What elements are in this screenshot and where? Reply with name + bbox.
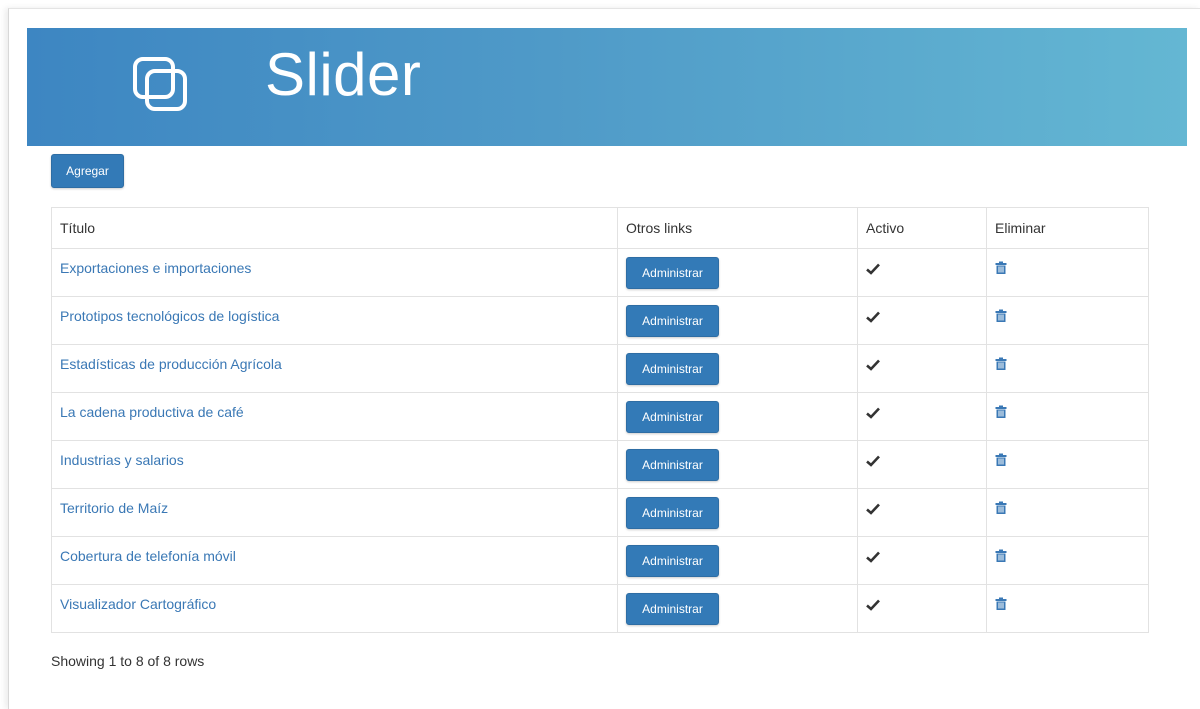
page-title: Slider	[265, 41, 422, 108]
administrar-button[interactable]: Administrar	[626, 497, 719, 529]
links-cell: Administrar	[617, 488, 858, 537]
trash-icon[interactable]	[995, 261, 1007, 277]
slider-table: Título Otros links Activo Eliminar Expor…	[51, 207, 1149, 633]
trash-icon[interactable]	[995, 501, 1007, 517]
delete-cell	[986, 584, 1149, 633]
active-cell	[857, 440, 987, 489]
delete-cell	[986, 488, 1149, 537]
administrar-button[interactable]: Administrar	[626, 449, 719, 481]
links-cell: Administrar	[617, 296, 858, 345]
title-cell: Exportaciones e importaciones	[51, 248, 618, 297]
table-row: La cadena productiva de café Administrar	[51, 392, 1149, 441]
table-row: Industrias y salarios Administrar	[51, 440, 1149, 489]
column-header-links[interactable]: Otros links	[617, 207, 858, 249]
trash-icon[interactable]	[995, 357, 1007, 373]
active-cell	[857, 488, 987, 537]
table-row: Exportaciones e importaciones Administrar	[51, 248, 1149, 297]
row-title-link[interactable]: Territorio de Maíz	[60, 500, 168, 516]
check-icon	[866, 502, 880, 519]
table-row: Visualizador Cartográfico Administrar	[51, 584, 1149, 633]
links-cell: Administrar	[617, 536, 858, 585]
column-header-active[interactable]: Activo	[857, 207, 987, 249]
table-row: Territorio de Maíz Administrar	[51, 488, 1149, 537]
active-cell	[857, 296, 987, 345]
administrar-button[interactable]: Administrar	[626, 401, 719, 433]
check-icon	[866, 310, 880, 327]
administrar-button[interactable]: Administrar	[626, 257, 719, 289]
trash-icon[interactable]	[995, 309, 1007, 325]
delete-cell	[986, 296, 1149, 345]
administrar-button[interactable]: Administrar	[626, 305, 719, 337]
table-header-row: Título Otros links Activo Eliminar	[51, 207, 1149, 249]
row-title-link[interactable]: La cadena productiva de café	[60, 404, 244, 420]
active-cell	[857, 584, 987, 633]
row-title-link[interactable]: Industrias y salarios	[60, 452, 184, 468]
links-cell: Administrar	[617, 584, 858, 633]
table-row: Prototipos tecnológicos de logística Admi…	[51, 296, 1149, 345]
active-cell	[857, 392, 987, 441]
delete-cell	[986, 344, 1149, 393]
pagination-info: Showing 1 to 8 of 8 rows	[51, 653, 205, 669]
column-header-delete[interactable]: Eliminar	[986, 207, 1149, 249]
table-row: Cobertura de telefonía móvil Administrar	[51, 536, 1149, 585]
delete-cell	[986, 536, 1149, 585]
trash-icon[interactable]	[995, 549, 1007, 565]
check-icon	[866, 406, 880, 423]
active-cell	[857, 536, 987, 585]
title-cell: Prototipos tecnológicos de logística	[51, 296, 618, 345]
column-header-title[interactable]: Título	[51, 207, 618, 249]
active-cell	[857, 248, 987, 297]
header-banner: Slider	[27, 28, 1187, 146]
check-icon	[866, 550, 880, 567]
title-cell: La cadena productiva de café	[51, 392, 618, 441]
title-cell: Cobertura de telefonía móvil	[51, 536, 618, 585]
row-title-link[interactable]: Estadísticas de producción Agrícola	[60, 356, 282, 372]
active-cell	[857, 344, 987, 393]
stacked-squares-icon	[133, 57, 187, 111]
check-icon	[866, 262, 880, 279]
administrar-button[interactable]: Administrar	[626, 593, 719, 625]
administrar-button[interactable]: Administrar	[626, 545, 719, 577]
title-cell: Territorio de Maíz	[51, 488, 618, 537]
links-cell: Administrar	[617, 440, 858, 489]
delete-cell	[986, 392, 1149, 441]
title-cell: Estadísticas de producción Agrícola	[51, 344, 618, 393]
trash-icon[interactable]	[995, 597, 1007, 613]
delete-cell	[986, 440, 1149, 489]
add-button[interactable]: Agregar	[51, 154, 124, 188]
table-row: Estadísticas de producción Agrícola Admin…	[51, 344, 1149, 393]
trash-icon[interactable]	[995, 405, 1007, 421]
check-icon	[866, 454, 880, 471]
title-cell: Visualizador Cartográfico	[51, 584, 618, 633]
title-cell: Industrias y salarios	[51, 440, 618, 489]
links-cell: Administrar	[617, 392, 858, 441]
administrar-button[interactable]: Administrar	[626, 353, 719, 385]
delete-cell	[986, 248, 1149, 297]
row-title-link[interactable]: Visualizador Cartográfico	[60, 596, 216, 612]
row-title-link[interactable]: Cobertura de telefonía móvil	[60, 548, 236, 564]
trash-icon[interactable]	[995, 453, 1007, 469]
check-icon	[866, 598, 880, 615]
links-cell: Administrar	[617, 248, 858, 297]
row-title-link[interactable]: Exportaciones e importaciones	[60, 260, 251, 276]
check-icon	[866, 358, 880, 375]
row-title-link[interactable]: Prototipos tecnológicos de logística	[60, 308, 279, 324]
links-cell: Administrar	[617, 344, 858, 393]
